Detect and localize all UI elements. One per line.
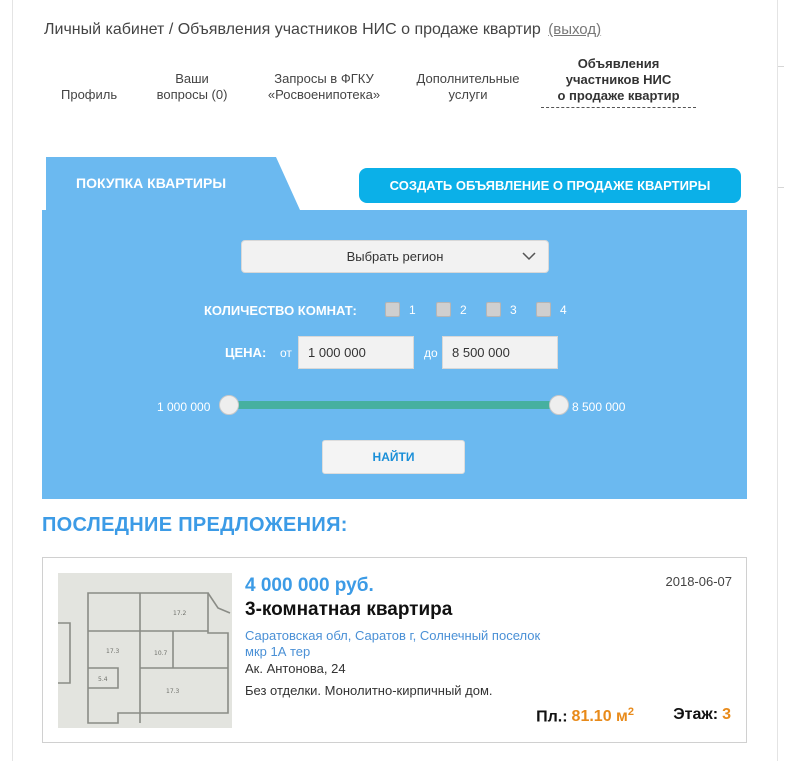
price-from-input[interactable] bbox=[298, 336, 414, 369]
tab-label: Объявления bbox=[577, 56, 660, 71]
svg-text:17.2: 17.2 bbox=[173, 610, 187, 617]
tab-bar: Профиль Ваши вопросы (0) Запросы в ФГКУ … bbox=[44, 52, 724, 112]
tab-profile[interactable]: Профиль bbox=[61, 87, 117, 103]
buy-apartment-tab[interactable]: ПОКУПКА КВАРТИРЫ bbox=[46, 157, 300, 210]
price-from-label: от bbox=[280, 346, 292, 360]
create-listing-button[interactable]: СОЗДАТЬ ОБЪЯВЛЕНИЕ О ПРОДАЖЕ КВАРТИРЫ bbox=[359, 168, 741, 203]
latest-offers-title: ПОСЛЕДНИЕ ПРЕДЛОЖЕНИЯ: bbox=[42, 514, 348, 536]
offer-date: 2018-06-07 bbox=[665, 574, 733, 589]
offer-address-line: Саратовская обл, Саратов г, Солнечный по… bbox=[245, 628, 541, 643]
region-select-value: Выбрать регион bbox=[346, 249, 444, 264]
floor-value: 3 bbox=[722, 706, 731, 723]
tab-label: «Росвоенипотека» bbox=[267, 87, 381, 102]
price-label: ЦЕНА: bbox=[225, 345, 267, 360]
offer-floor: Этаж: 3 bbox=[673, 706, 731, 724]
tab-services[interactable]: Дополнительные услуги bbox=[406, 71, 530, 103]
offer-street: Ак. Антонова, 24 bbox=[245, 661, 346, 676]
breadcrumb-text: Личный кабинет / Объявления участников Н… bbox=[44, 21, 541, 38]
offer-address-line: мкр 1А тер bbox=[245, 644, 311, 659]
room-option-1[interactable]: 1 bbox=[385, 302, 416, 318]
price-to-input[interactable] bbox=[442, 336, 558, 369]
svg-text:10.7: 10.7 bbox=[154, 650, 168, 657]
tab-requests[interactable]: Запросы в ФГКУ «Росвоенипотека» bbox=[264, 71, 384, 103]
offer-address[interactable]: Саратовская обл, Саратов г, Солнечный по… bbox=[245, 628, 605, 660]
price-max-handle[interactable] bbox=[549, 395, 569, 415]
search-panel: Выбрать регион КОЛИЧЕСТВО КОМНАТ: 1 2 3 … bbox=[42, 210, 747, 499]
tab-label: участников НИС bbox=[565, 72, 672, 87]
floor-plan-image[interactable]: 17.2 10.7 17.3 17.3 5.4 bbox=[58, 573, 232, 728]
floor-label: Этаж: bbox=[673, 706, 719, 723]
tab-label: Запросы в ФГКУ bbox=[274, 71, 374, 86]
tab-label: Дополнительные bbox=[416, 71, 520, 86]
range-max-label: 8 500 000 bbox=[572, 400, 626, 414]
area-label: Пл.: bbox=[536, 708, 568, 726]
tab-label: о продаже квартир bbox=[557, 88, 680, 103]
room-option-4[interactable]: 4 bbox=[536, 302, 567, 318]
room-option-label: 2 bbox=[460, 302, 467, 317]
checkbox-icon[interactable] bbox=[486, 302, 501, 318]
breadcrumb: Личный кабинет / Объявления участников Н… bbox=[44, 21, 601, 39]
svg-text:17.3: 17.3 bbox=[166, 688, 180, 695]
area-value: 81.10 м bbox=[571, 708, 628, 726]
range-min-label: 1 000 000 bbox=[157, 400, 211, 414]
scroll-ruler bbox=[778, 0, 800, 761]
logout-link[interactable]: (выход) bbox=[548, 21, 601, 38]
checkbox-icon[interactable] bbox=[536, 302, 551, 318]
room-option-label: 1 bbox=[409, 302, 416, 317]
tab-questions[interactable]: Ваши вопросы (0) bbox=[149, 71, 235, 103]
offer-card[interactable]: 17.2 10.7 17.3 17.3 5.4 4 000 000 руб. 2… bbox=[42, 557, 747, 743]
tab-label: Ваши bbox=[175, 71, 209, 86]
tab-label: услуги bbox=[448, 87, 488, 102]
tab-label: Профиль bbox=[61, 87, 118, 102]
area-unit-sup: 2 bbox=[627, 706, 634, 718]
chevron-down-icon bbox=[522, 241, 536, 283]
rooms-label: КОЛИЧЕСТВО КОМНАТ: bbox=[204, 303, 357, 318]
offer-area: Пл.: 81.10 м2 bbox=[536, 706, 634, 726]
find-button[interactable]: НАЙТИ bbox=[322, 440, 465, 474]
checkbox-icon[interactable] bbox=[436, 302, 451, 318]
price-range-track[interactable] bbox=[229, 401, 559, 409]
room-option-3[interactable]: 3 bbox=[486, 302, 517, 318]
room-option-label: 4 bbox=[560, 302, 567, 317]
tab-label: вопросы (0) bbox=[156, 87, 228, 102]
offer-title[interactable]: 3-комнатная квартира bbox=[245, 599, 452, 621]
room-option-label: 3 bbox=[510, 302, 517, 317]
tab-announcements[interactable]: Объявления участников НИС о продаже квар… bbox=[541, 56, 696, 108]
region-select[interactable]: Выбрать регион bbox=[241, 240, 549, 273]
svg-text:5.4: 5.4 bbox=[98, 676, 108, 683]
svg-text:17.3: 17.3 bbox=[106, 648, 120, 655]
checkbox-icon[interactable] bbox=[385, 302, 400, 318]
offer-description: Без отделки. Монолитно-кирпичный дом. bbox=[245, 683, 493, 698]
price-to-label: до bbox=[424, 346, 438, 360]
price-min-handle[interactable] bbox=[219, 395, 239, 415]
offer-price: 4 000 000 руб. bbox=[245, 575, 374, 596]
room-option-2[interactable]: 2 bbox=[436, 302, 467, 318]
